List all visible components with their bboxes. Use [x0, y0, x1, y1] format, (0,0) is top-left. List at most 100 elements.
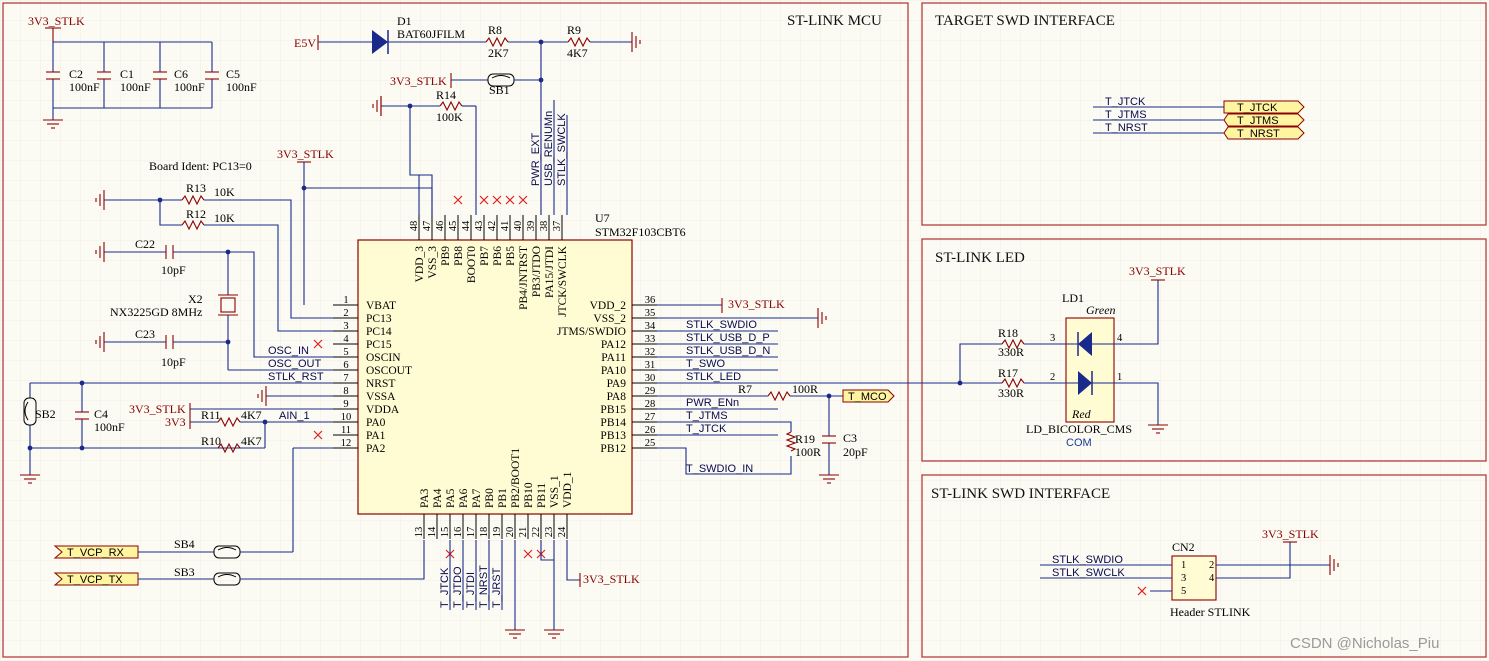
mcu-pin-4-number: 4 [343, 334, 349, 345]
net-t-jtck-target: T_JTCK [1105, 96, 1146, 108]
mcu-pin-8-name: VSSA [366, 391, 396, 403]
resistor-r18-value: 330R [998, 345, 1024, 359]
mcu-pin-16-name: PA6 [458, 488, 470, 508]
header-pin-1: 1 [1181, 560, 1186, 571]
led-part: LD_BICOLOR_CMS [1026, 422, 1132, 436]
mcu-pin-46-number: 46 [435, 221, 446, 232]
header-pin-4: 4 [1209, 573, 1215, 584]
mcu-pin-25-name: PB12 [600, 443, 626, 455]
mcu-pin-36-number: 36 [645, 295, 656, 306]
led-pin-2: 2 [1050, 372, 1055, 383]
led-red-label: Red [1071, 407, 1092, 421]
cap-c2-value: 100nF [69, 80, 100, 94]
header-pin-5: 5 [1181, 586, 1186, 597]
mcu-pin-18-name: PB0 [484, 488, 496, 508]
resistor-r19-ref: R19 [795, 432, 815, 446]
mcu-pin-37-number: 37 [552, 221, 563, 232]
mcu-ref: U7 [595, 211, 610, 225]
cap-c2-ref: C2 [69, 67, 83, 81]
resistor-r8-ref: R8 [488, 23, 502, 37]
solder-bridge-sb4: SB4 [174, 537, 195, 551]
mcu-pin-23-number: 23 [544, 527, 555, 538]
cap-c4-ref: C4 [94, 407, 108, 421]
power-3v3-r11: 3V3 [165, 415, 186, 429]
mcu-pin-15-name: PA5 [445, 488, 457, 508]
mcu-pin-41-name: PB5 [505, 246, 517, 266]
mcu-pin-28-name: PB15 [600, 404, 626, 416]
frame-title-mcu: ST-LINK MCU [787, 13, 882, 29]
mcu-pin-33-number: 33 [645, 334, 656, 345]
power-3v3-sb1: 3V3_STLK [390, 74, 447, 88]
net-t-jtck: T_JTCK [686, 423, 727, 435]
net-stlk-swdio: STLK_SWDIO [686, 319, 757, 331]
mcu-pin-1-name: VBAT [366, 300, 396, 312]
mcu-pin-37-name: JTCK/SWCLK [557, 245, 569, 317]
mcu-pin-29-number: 29 [645, 386, 656, 397]
resistor-r12-value: 10K [214, 211, 235, 225]
mcu-pin-42-number: 42 [487, 221, 498, 232]
crystal-part: NX3225GD 8MHz [110, 305, 202, 319]
mcu-pin-27-name: PB14 [600, 417, 626, 429]
port-t-vcp-rx-label: T_VCP_RX [67, 547, 125, 559]
net-t-jtdi: T_JTDI [465, 572, 477, 608]
mcu-pin-2-number: 2 [343, 308, 348, 319]
net-stlk-led: STLK_LED [686, 371, 741, 383]
cap-c22-value: 10pF [161, 263, 186, 277]
solder-bridge-sb3: SB3 [174, 565, 195, 579]
resistor-r17-value: 330R [998, 386, 1024, 400]
cap-c23-ref: C23 [135, 327, 155, 341]
header-pin-2: 2 [1209, 560, 1214, 571]
mcu-pin-39-number: 39 [526, 221, 537, 232]
mcu-pin-3-number: 3 [343, 321, 348, 332]
mcu-pin-21-number: 21 [518, 527, 529, 538]
power-3v3-led: 3V3_STLK [1129, 264, 1186, 278]
resistor-r8-value: 2K7 [488, 46, 509, 60]
net-stlk-swclk-header: STLK_SWCLK [1052, 567, 1125, 579]
led-green-label: Green [1086, 303, 1116, 317]
power-3v3-label: 3V3_STLK [28, 14, 85, 28]
mcu-pin-4-name: PC15 [366, 339, 392, 351]
mcu-pin-24-number: 24 [557, 526, 568, 537]
header-part: Header STLINK [1170, 605, 1251, 619]
mcu-pin-36-name: VDD_2 [590, 300, 627, 312]
cap-c1-value: 100nF [120, 80, 151, 94]
mcu-pin-1-number: 1 [343, 295, 348, 306]
mcu-pin-20-number: 20 [505, 527, 516, 538]
net-stlk-swclk: STLK_SWCLK [556, 113, 568, 186]
led-pin-3: 3 [1050, 333, 1055, 344]
mcu-part: STM32F103CBT6 [595, 225, 686, 239]
mcu-pin-48-number: 48 [409, 221, 420, 232]
port-t-jtck-label: T_JTCK [1237, 102, 1278, 114]
led-ref: LD1 [1062, 291, 1084, 305]
mcu-pin-6-number: 6 [343, 360, 348, 371]
cap-c3-value: 20pF [843, 445, 868, 459]
power-3v3-vdd1: 3V3_STLK [583, 572, 640, 586]
cap-c23-value: 10pF [161, 355, 186, 369]
net-osc-out: OSC_OUT [268, 358, 321, 370]
mcu-pin-7-name: NRST [366, 378, 395, 390]
resistor-r7-ref: R7 [738, 382, 752, 396]
net-usb-dp: STLK_USB_D_P [686, 332, 770, 344]
mcu-pin-40-name: PB4/JNTRST [518, 246, 530, 310]
schematic-canvas: ST-LINK MCU TARGET SWD INTERFACE ST-LINK… [0, 0, 1489, 661]
mcu-pin-30-number: 30 [645, 373, 656, 384]
mcu-pin-18-number: 18 [479, 527, 490, 538]
mcu-pin-35-name: VSS_2 [593, 313, 626, 325]
resistor-r10-value: 4K7 [241, 434, 262, 448]
mcu-pin-5-number: 5 [343, 347, 348, 358]
mcu-pin-47-name: VSS_3 [427, 246, 439, 279]
mcu-pin-10-number: 10 [341, 412, 352, 423]
led-pin-4: 4 [1117, 333, 1123, 344]
mcu-pin-13-name: PA3 [419, 488, 431, 508]
port-t-jtms-label: T_JTMS [1237, 115, 1279, 127]
net-t-swdio-in: T_SWDIO_IN [686, 463, 753, 475]
mcu-pin-38-name: PA15/JTDI [544, 246, 556, 298]
mcu-pin-44-number: 44 [461, 220, 472, 231]
mcu-pin-34-name: JTMS/SWDIO [557, 326, 626, 338]
mcu-pin-14-number: 14 [427, 526, 438, 537]
mcu-pin-27-number: 27 [645, 412, 656, 423]
mcu-pin-25-number: 25 [645, 438, 656, 449]
net-t-nrst-target: T_NRST [1105, 122, 1148, 134]
cap-c4-value: 100nF [94, 420, 125, 434]
net-stlk-rst: STLK_RST [268, 371, 324, 383]
